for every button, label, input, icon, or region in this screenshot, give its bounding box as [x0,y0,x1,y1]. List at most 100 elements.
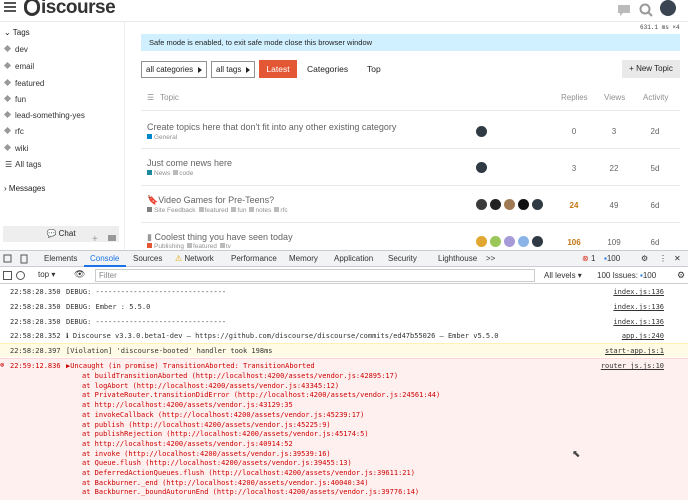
avatar[interactable] [476,162,487,173]
stack-frame[interactable]: at logAbort (http://localhost:4200/asset… [82,382,339,390]
avatar[interactable] [504,199,515,210]
source-link[interactable]: router_js.js:10 [601,362,664,370]
avatar[interactable] [532,199,543,210]
stack-frame[interactable]: at invokeCallback (http://localhost:4200… [82,411,364,419]
chat-button[interactable]: 💬 Chat [3,226,119,242]
sidebar-item-tag[interactable]: email [3,61,34,71]
hamburger-menu-icon[interactable] [4,2,16,14]
col-views-header[interactable]: Views [604,93,625,102]
stack-frame[interactable]: at PrivateRouter.transitionDidError (htt… [82,391,440,399]
topic-title[interactable]: Just come news here [147,158,232,168]
sidebar-item-tag[interactable]: rfc [3,126,24,136]
nav-top[interactable]: Top [367,60,381,78]
topic-title[interactable]: Create topics here that don't fit into a… [147,122,396,132]
avatar[interactable] [518,236,529,247]
activity-age[interactable]: 5d [643,164,667,173]
more-tabs-button[interactable]: >> [486,254,495,263]
add-icon[interactable]: + [92,234,98,245]
replies-count[interactable]: 3 [562,164,586,173]
tab-elements[interactable]: Elements [44,254,77,263]
device-toggle-icon[interactable] [19,254,29,264]
tab-lighthouse[interactable]: Lighthouse [438,254,477,263]
tab-network[interactable]: ⚠ Network [175,254,214,263]
source-link[interactable]: index.js:136 [613,318,664,328]
stack-frame[interactable]: at buildTransitionAborted (http://localh… [82,372,398,380]
log-levels-dropdown[interactable]: All levels ▾ [544,271,582,280]
avatar[interactable] [532,236,543,247]
activity-age[interactable]: 6d [643,201,667,210]
chat-icon[interactable] [616,2,632,18]
topic-title[interactable]: ▮ Coolest thing you have seen today [147,232,293,243]
stack-frame[interactable]: at Backburner._boundAutorunEnd (http://l… [82,488,419,496]
source-link[interactable]: app.js:240 [622,332,664,342]
source-link[interactable]: start-app.js:1 [605,347,664,357]
clear-console-icon[interactable] [16,271,25,280]
source-link[interactable]: index.js:136 [613,288,664,298]
stack-frame[interactable]: at Backburner._end (http://localhost:420… [82,479,369,487]
source-link[interactable]: index.js:136 [613,303,664,313]
settings-gear-icon[interactable]: ⚙ [641,254,648,263]
tab-performance[interactable]: Performance [231,254,277,263]
console-settings-gear-icon[interactable]: ⚙ [677,270,685,281]
more-options-icon[interactable]: ⋮ [659,254,667,263]
activity-age[interactable]: 2d [643,127,667,136]
tab-application[interactable]: Application [334,254,373,263]
sidebar-section-tags[interactable]: ⌄ Tags [4,28,30,37]
sidebar-item-all-tags[interactable]: ☰ All tags [5,160,41,169]
activity-age[interactable]: 6d [643,238,667,247]
categories-dropdown[interactable]: all categories [141,61,207,78]
context-selector[interactable]: top ▾ [38,270,55,279]
avatar[interactable] [490,236,501,247]
topic-category[interactable]: General [147,134,177,141]
eye-icon[interactable]: 👁 [74,269,85,280]
stack-frame[interactable]: at publishRejection (http://localhost:42… [82,430,369,438]
avatar[interactable] [476,236,487,247]
stack-frame[interactable]: at DeferredActionQueues.flush (http://lo… [82,469,415,477]
site-logo[interactable]: iscourse [24,0,116,19]
col-topic-header[interactable]: ☰ Topic [147,93,179,102]
avatar[interactable] [504,236,515,247]
tab-console[interactable]: Console [90,254,119,263]
replies-count[interactable]: 0 [562,127,586,136]
keyboard-icon[interactable] [108,235,116,241]
sidebar-item-tag[interactable]: fun [3,94,26,104]
issues-label[interactable]: 100 Issues: [597,271,638,280]
sidebar-section-messages[interactable]: › Messages [4,184,45,193]
topic-category[interactable]: Site Feedback featured fun notes rfc [147,207,288,214]
topic-title[interactable]: 🔖Video Games for Pre-Teens? [147,195,274,206]
sidebar-item-tag[interactable]: dev [3,44,28,54]
avatar[interactable] [518,199,529,210]
topic-category[interactable]: News code [147,170,193,177]
new-topic-button[interactable]: + New Topic [622,60,680,78]
nav-categories[interactable]: Categories [307,60,348,78]
stack-frame[interactable]: at Queue.flush (http://localhost:4200/as… [82,459,352,467]
error-counter[interactable]: ⊗ 1 [582,254,595,263]
tab-security[interactable]: Security [388,254,417,263]
stack-frame[interactable]: at publish (http://localhost:4200/assets… [82,421,331,429]
user-avatar[interactable] [660,0,676,16]
stack-frame[interactable]: at invoke (http://localhost:4200/assets/… [82,450,331,458]
avatar[interactable] [476,126,487,137]
col-replies-header[interactable]: Replies [561,93,588,102]
stack-frame[interactable]: at http://localhost:4200/assets/vendor.j… [82,440,293,448]
close-icon[interactable]: ✕ [674,254,681,263]
tab-sources[interactable]: Sources [133,254,162,263]
tags-dropdown[interactable]: all tags [211,61,255,78]
sidebar-item-tag[interactable]: wiki [3,143,28,153]
issues-counter[interactable]: ▪100 [604,254,620,263]
nav-latest[interactable]: Latest [259,60,297,78]
sidebar-item-tag[interactable]: featured [3,78,44,88]
avatar[interactable] [490,199,501,210]
inspect-icon[interactable] [3,254,13,264]
sidebar-toggle-icon[interactable] [3,271,12,280]
replies-count[interactable]: 106 [562,238,586,247]
replies-count[interactable]: 24 [562,201,586,210]
avatar[interactable] [476,199,487,210]
error-summary[interactable]: ▶Uncaught (in promise) TransitionAborted… [66,362,315,370]
stack-frame[interactable]: at http://localhost:4200/assets/vendor.j… [82,401,293,409]
topic-category[interactable]: Publishing featured tv [147,243,231,250]
issues-badge[interactable]: ▪100 [640,271,656,280]
tab-memory[interactable]: Memory [289,254,318,263]
sidebar-item-tag[interactable]: lead-something-yes [3,110,85,120]
console-filter-input[interactable]: Filter [95,269,535,282]
